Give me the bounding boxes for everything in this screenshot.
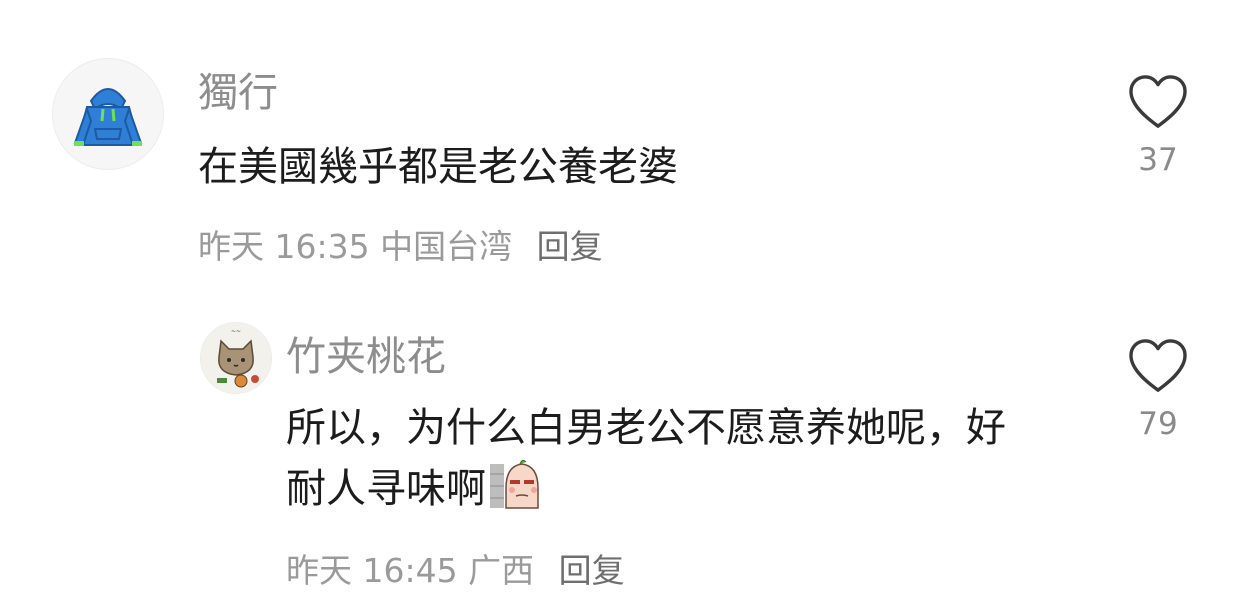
- like-button[interactable]: 79: [1118, 338, 1198, 442]
- comment-meta: 昨天 16:35 中国台湾 回复: [198, 220, 603, 268]
- comment-location: 中国台湾: [380, 227, 513, 266]
- heart-icon: [1129, 339, 1187, 392]
- comment-location: 广西: [468, 551, 535, 590]
- heart-icon: [1129, 75, 1187, 128]
- reply-button[interactable]: 回复: [559, 551, 625, 590]
- like-count: 37: [1138, 142, 1178, 178]
- comment-text: 所以，为什么白男老公不愿意养她呢，好耐人寻味啊: [286, 398, 1026, 527]
- like-button[interactable]: 37: [1118, 74, 1198, 178]
- comment-time: 昨天 16:35: [198, 227, 370, 266]
- comment-time: 昨天 16:45: [286, 551, 458, 590]
- avatar[interactable]: [52, 58, 164, 170]
- comment-text: 在美國幾乎都是老公養老婆: [198, 144, 678, 190]
- blue-hoodie-icon: [73, 88, 143, 147]
- cat-avatar-icon: ~~: [201, 323, 271, 393]
- username[interactable]: 獨行: [198, 60, 278, 118]
- comment-meta: 昨天 16:45 广西 回复: [286, 544, 625, 592]
- username[interactable]: 竹夹桃花: [286, 324, 446, 382]
- comment-text-body: 所以，为什么白男老公不愿意养她呢，好耐人寻味啊: [286, 405, 1006, 512]
- like-count: 79: [1138, 406, 1178, 442]
- avatar[interactable]: ~~: [200, 322, 272, 394]
- smirk-sticker-icon: [490, 458, 542, 527]
- reply-button[interactable]: 回复: [537, 227, 603, 266]
- svg-text:~~: ~~: [231, 328, 241, 335]
